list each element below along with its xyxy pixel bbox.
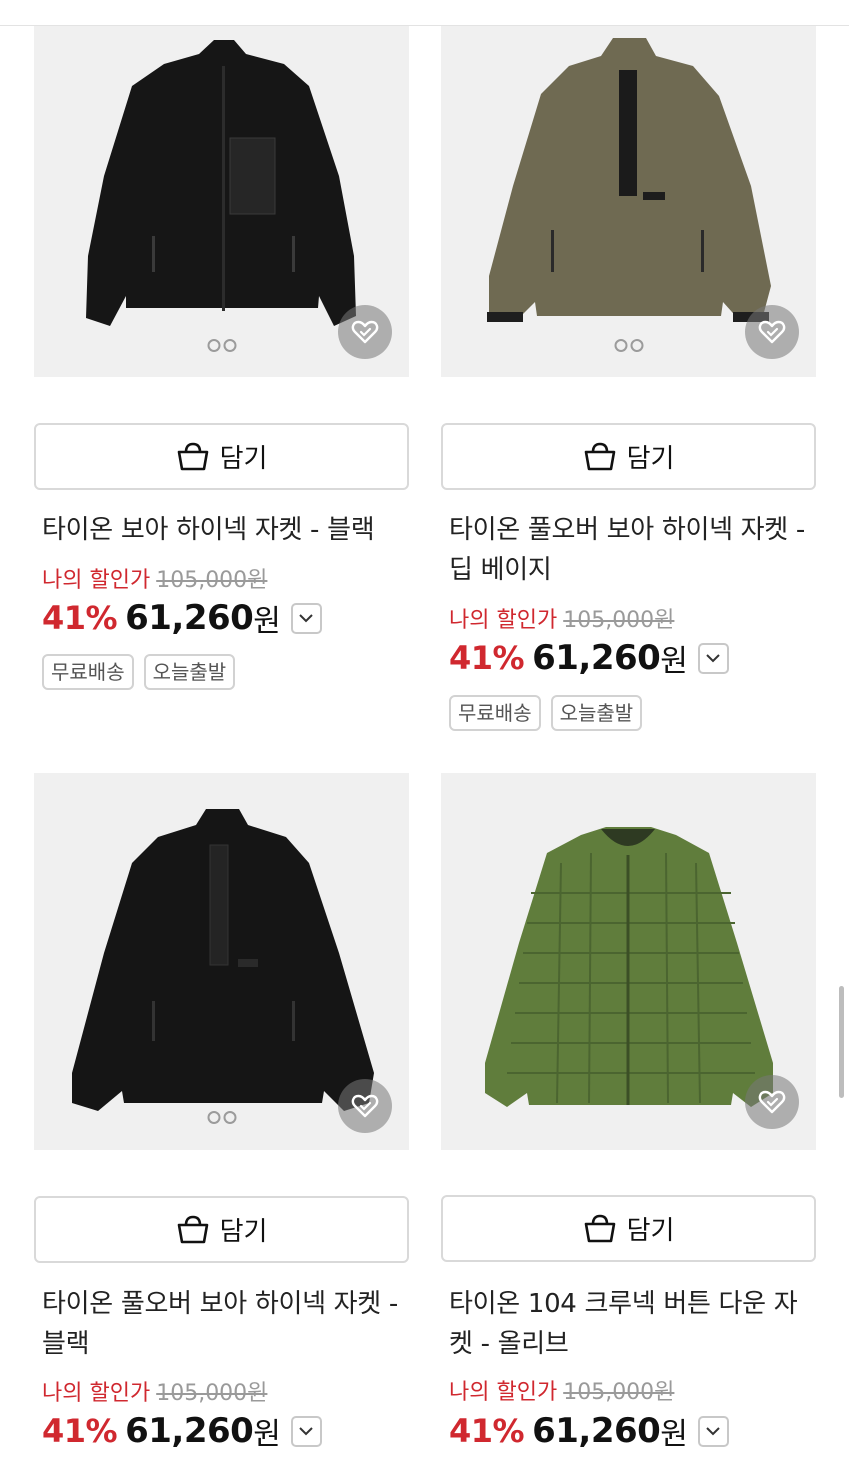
currency-label: 원 — [660, 644, 688, 679]
shopping-basket-icon — [177, 442, 208, 470]
add-to-cart-button[interactable]: 담기 — [441, 423, 816, 490]
product-title[interactable]: 타이온 풀오버 보아 하이넥 자켓 - 블랙 — [42, 1284, 404, 1364]
chevron-down-icon — [299, 1427, 314, 1436]
sale-price: 61,260 — [125, 1411, 254, 1451]
discount-info: 나의 할인가 105,000원 — [449, 1374, 674, 1406]
shopping-basket-icon — [584, 1214, 615, 1242]
sale-price: 61,260 — [532, 638, 661, 678]
discount-info: 나의 할인가 105,000원 — [449, 602, 674, 634]
original-price: 105,000원 — [563, 1380, 675, 1405]
product-title[interactable]: 타이온 풀오버 보아 하이넥 자켓 - 딥 베이지 — [449, 510, 811, 590]
chevron-down-icon — [299, 614, 314, 623]
top-divider — [0, 0, 849, 26]
add-to-cart-button[interactable]: 담기 — [441, 1195, 816, 1262]
discount-percent: 41% — [42, 1412, 118, 1450]
product-title[interactable]: 타이온 보아 하이넥 자켓 - 블랙 — [42, 510, 404, 550]
heart-icon — [351, 320, 379, 344]
pagination-dot[interactable] — [614, 339, 627, 352]
price-detail-toggle[interactable] — [290, 1415, 322, 1447]
add-to-cart-label: 담기 — [626, 444, 675, 474]
pagination-dot[interactable] — [207, 1111, 220, 1124]
heart-icon — [351, 1094, 379, 1118]
shopping-basket-icon — [584, 442, 615, 470]
shopping-basket-icon — [177, 1215, 208, 1243]
pagination-dot[interactable] — [223, 339, 236, 352]
chevron-down-icon — [706, 1427, 721, 1436]
currency-label: 원 — [660, 1417, 688, 1452]
original-price: 105,000원 — [156, 1381, 268, 1406]
sale-price: 61,260 — [125, 598, 254, 638]
wish-button[interactable] — [338, 305, 392, 359]
my-price-label: 나의 할인가 — [42, 568, 151, 593]
pagination-dot[interactable] — [223, 1111, 236, 1124]
product-image[interactable] — [441, 773, 816, 1150]
my-price-label: 나의 할인가 — [449, 1380, 558, 1405]
price-detail-toggle[interactable] — [697, 1415, 729, 1447]
product-title[interactable]: 타이온 104 크루넥 버튼 다운 자켓 - 올리브 — [449, 1284, 811, 1364]
price-detail-toggle[interactable] — [290, 602, 322, 634]
price-row: 41% 61,260 원 — [449, 636, 729, 680]
price-row: 41% 61,260 원 — [42, 596, 322, 640]
my-price-label: 나의 할인가 — [42, 1381, 151, 1406]
pagination-dot[interactable] — [630, 339, 643, 352]
currency-label: 원 — [253, 604, 281, 639]
tag-free-shipping: 무료배송 — [449, 695, 541, 731]
pagination-dot[interactable] — [207, 339, 220, 352]
sale-price: 61,260 — [532, 1411, 661, 1451]
image-pagination[interactable] — [614, 339, 643, 352]
discount-percent: 41% — [449, 1412, 525, 1450]
price-row: 41% 61,260 원 — [449, 1409, 729, 1453]
add-to-cart-label: 담기 — [219, 444, 268, 474]
tag-list: 무료배송 오늘출발 — [449, 695, 643, 731]
discount-info: 나의 할인가 105,000원 — [42, 1375, 267, 1407]
heart-icon — [758, 1090, 786, 1114]
original-price: 105,000원 — [156, 568, 268, 593]
add-to-cart-label: 담기 — [626, 1216, 675, 1246]
scrollbar[interactable] — [839, 986, 844, 1098]
image-pagination[interactable] — [207, 339, 236, 352]
price-detail-toggle[interactable] — [697, 642, 729, 674]
price-row: 41% 61,260 원 — [42, 1409, 322, 1453]
image-pagination[interactable] — [207, 1111, 236, 1124]
product-image[interactable] — [441, 26, 816, 377]
tag-ships-today: 오늘출발 — [550, 695, 643, 731]
discount-info: 나의 할인가 105,000원 — [42, 562, 267, 594]
heart-icon — [758, 320, 786, 344]
add-to-cart-button[interactable]: 담기 — [34, 423, 409, 490]
add-to-cart-label: 담기 — [219, 1217, 268, 1247]
product-image[interactable] — [34, 26, 409, 377]
tag-ships-today: 오늘출발 — [143, 654, 236, 690]
add-to-cart-button[interactable]: 담기 — [34, 1196, 409, 1263]
tag-free-shipping: 무료배송 — [42, 654, 134, 690]
my-price-label: 나의 할인가 — [449, 608, 558, 633]
currency-label: 원 — [253, 1417, 281, 1452]
wish-button[interactable] — [745, 1075, 799, 1129]
product-image[interactable] — [34, 773, 409, 1150]
original-price: 105,000원 — [563, 608, 675, 633]
chevron-down-icon — [706, 654, 721, 663]
tag-list: 무료배송 오늘출발 — [42, 654, 236, 690]
discount-percent: 41% — [42, 599, 118, 637]
discount-percent: 41% — [449, 639, 525, 677]
wish-button[interactable] — [338, 1079, 392, 1133]
wish-button[interactable] — [745, 305, 799, 359]
